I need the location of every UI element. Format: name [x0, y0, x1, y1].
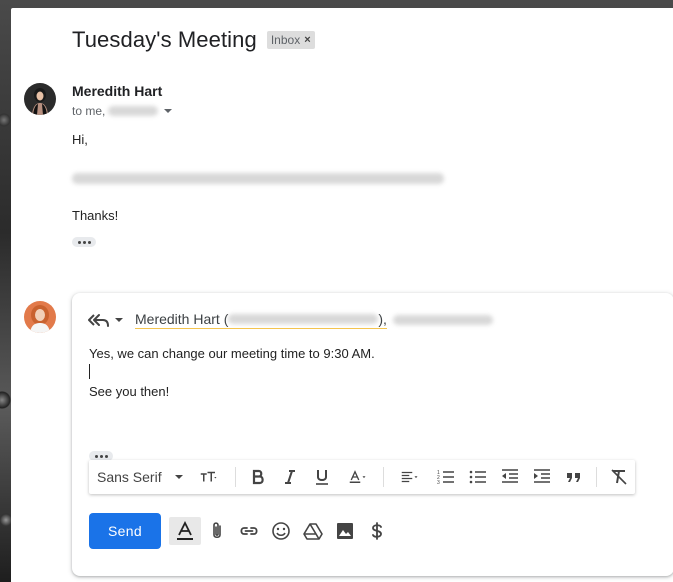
- dot: [99, 454, 103, 458]
- reply-type-dropdown-icon[interactable]: [115, 318, 123, 322]
- thread-subject: Tuesday's Meeting: [72, 27, 257, 52]
- remove-formatting-icon[interactable]: [603, 464, 635, 490]
- dot: [82, 240, 86, 244]
- formatting-options-icon[interactable]: [169, 517, 201, 545]
- link-icon[interactable]: [233, 517, 265, 545]
- bold-icon[interactable]: [242, 464, 274, 490]
- subject-row: Tuesday's Meeting Inbox ×: [72, 27, 315, 53]
- redacted-email: [108, 106, 159, 116]
- reply-all-icon[interactable]: [88, 312, 110, 328]
- show-trimmed-content-button[interactable]: [72, 237, 96, 247]
- numbered-list-icon[interactable]: 123: [430, 464, 462, 490]
- remove-label-icon[interactable]: ×: [304, 34, 310, 46]
- svg-text:3: 3: [437, 480, 440, 486]
- email-thread-card: Tuesday's Meeting Inbox × Meredith Hart …: [11, 8, 673, 582]
- formatting-toolbar: Sans Serif 123: [89, 460, 635, 494]
- to-prefix: to me,: [72, 104, 106, 118]
- inbox-label-chip[interactable]: Inbox ×: [266, 31, 315, 49]
- dot: [77, 240, 81, 244]
- dot: [104, 454, 108, 458]
- sender-name[interactable]: Meredith Hart: [72, 83, 162, 99]
- money-icon[interactable]: [361, 517, 393, 545]
- dot: [94, 454, 98, 458]
- quote-icon[interactable]: [558, 464, 590, 490]
- drive-icon[interactable]: [297, 517, 329, 545]
- underline-icon[interactable]: [306, 464, 338, 490]
- message-signoff: Thanks!: [72, 208, 119, 223]
- redacted-cc-recipient[interactable]: [392, 315, 493, 325]
- sender-avatar[interactable]: [24, 83, 56, 115]
- dot: [87, 240, 91, 244]
- redacted-text: [72, 173, 444, 184]
- text-size-icon[interactable]: [189, 464, 229, 490]
- reply-line-1[interactable]: Yes, we can change our meeting time to 9…: [89, 346, 375, 361]
- emoji-icon[interactable]: [265, 517, 297, 545]
- font-family-select[interactable]: Sans Serif: [97, 464, 189, 490]
- label-text: Inbox: [270, 33, 301, 47]
- reply-line-2[interactable]: See you then!: [89, 384, 169, 399]
- font-family-value: Sans Serif: [97, 469, 162, 485]
- message-body-redacted: [72, 172, 444, 187]
- redacted-recipient-email: [228, 314, 379, 324]
- toolbar-divider: [383, 467, 385, 487]
- toolbar-divider: [596, 467, 598, 487]
- chevron-down-icon: [174, 475, 183, 479]
- recipient-separator: ),: [378, 311, 387, 327]
- align-icon[interactable]: [390, 464, 430, 490]
- bulleted-list-icon[interactable]: [462, 464, 494, 490]
- indent-less-icon[interactable]: [494, 464, 526, 490]
- attach-icon[interactable]: [201, 517, 233, 545]
- reply-recipients-row: Meredith Hart ( ),: [88, 311, 493, 329]
- text-color-icon[interactable]: [338, 464, 378, 490]
- user-avatar[interactable]: [24, 301, 56, 333]
- indent-more-icon[interactable]: [526, 464, 558, 490]
- text-cursor: [89, 364, 90, 379]
- photo-icon[interactable]: [329, 517, 361, 545]
- recipients-line[interactable]: to me,: [72, 104, 173, 118]
- recipient-name: Meredith Hart (: [135, 311, 229, 327]
- toolbar-divider: [234, 467, 236, 487]
- send-button[interactable]: Send: [89, 513, 161, 549]
- recipient-chip[interactable]: Meredith Hart ( ),: [135, 311, 387, 329]
- compose-actions: [169, 517, 393, 545]
- italic-icon[interactable]: [274, 464, 306, 490]
- message-greeting: Hi,: [72, 132, 88, 147]
- show-details-icon[interactable]: [164, 109, 173, 113]
- reply-compose-box: Meredith Hart ( ), Yes, we can change ou…: [72, 293, 673, 576]
